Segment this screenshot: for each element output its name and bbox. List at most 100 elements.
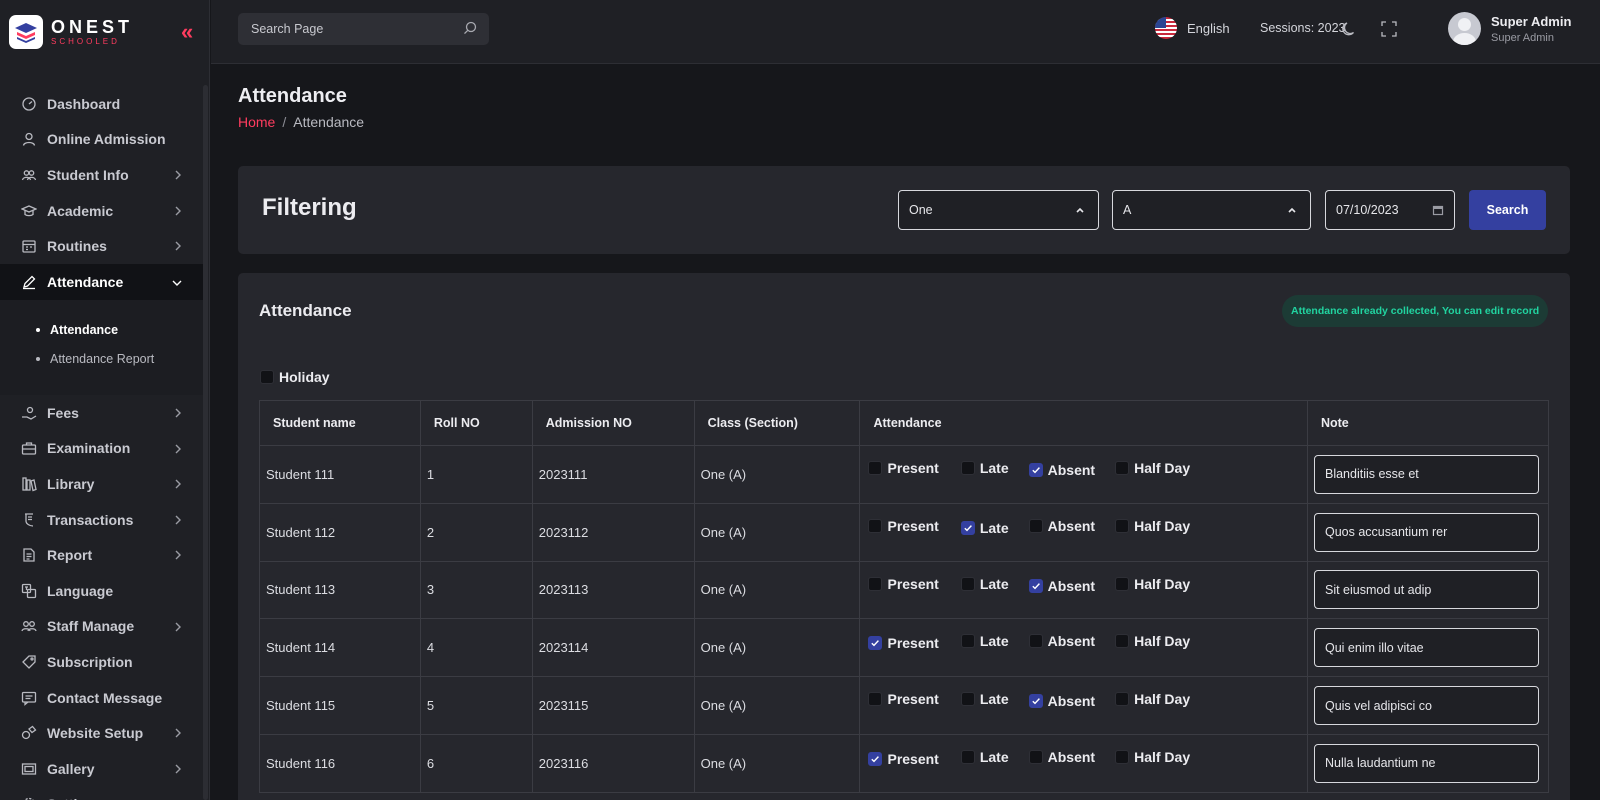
checkbox[interactable] <box>1115 576 1130 591</box>
attendance-option-absent[interactable]: Absent <box>1028 462 1095 478</box>
sidebar-item-staff-manage[interactable]: Staff Manage <box>0 609 203 645</box>
checkbox-checked[interactable] <box>1028 694 1043 709</box>
sidebar-item-subscription[interactable]: Subscription <box>0 644 203 680</box>
date-field[interactable]: 07/10/2023 <box>1325 190 1455 230</box>
sidebar-item-attendance[interactable]: Attendance <box>0 263 203 300</box>
checkbox[interactable] <box>1115 692 1130 707</box>
attendance-option-late[interactable]: Late <box>960 691 1009 707</box>
attendance-option-present[interactable]: Present <box>868 691 939 707</box>
attendance-option-late[interactable]: Late <box>960 460 1009 476</box>
sidebar-item-label: Routines <box>47 238 107 255</box>
checkbox[interactable] <box>868 576 883 591</box>
sidebar-item-language[interactable]: Language <box>0 573 203 609</box>
attendance-option-late[interactable]: Late <box>960 633 1009 649</box>
attendance-option-late[interactable]: Late <box>960 576 1009 592</box>
attendance-option-late[interactable]: Late <box>960 520 1009 536</box>
checkbox[interactable] <box>1115 634 1130 649</box>
fullscreen-icon[interactable] <box>1380 20 1398 43</box>
attendance-option-half-day[interactable]: Half Day <box>1115 633 1190 649</box>
checkbox[interactable] <box>1115 749 1130 764</box>
checkbox-checked[interactable] <box>868 636 883 651</box>
sidebar-item-label: Fees <box>47 404 79 421</box>
note-input[interactable] <box>1313 570 1539 610</box>
logo[interactable]: ONEST SCHOOLED <box>9 14 133 50</box>
note-input[interactable] <box>1313 743 1539 783</box>
checkbox[interactable] <box>1028 518 1043 533</box>
attendance-option-absent[interactable]: Absent <box>1028 518 1095 534</box>
checkbox-checked[interactable] <box>960 520 975 535</box>
checkbox[interactable] <box>868 518 883 533</box>
sidebar-item-transactions[interactable]: Transactions <box>0 502 203 538</box>
checkbox[interactable] <box>960 692 975 707</box>
note-input[interactable] <box>1313 628 1539 668</box>
sidebar-item-examination[interactable]: Examination <box>0 431 203 467</box>
cell-admission: 2023115 <box>531 676 695 735</box>
attendance-option-present[interactable]: Present <box>868 751 939 767</box>
attendance-option-half-day[interactable]: Half Day <box>1115 691 1190 707</box>
breadcrumb-home-link[interactable]: Home <box>238 114 275 130</box>
attendance-option-absent[interactable]: Absent <box>1028 749 1095 765</box>
class-select[interactable]: One <box>898 190 1099 230</box>
attendance-option-half-day[interactable]: Half Day <box>1115 749 1190 765</box>
cell-roll: 2 <box>419 502 533 562</box>
attendance-option-half-day[interactable]: Half Day <box>1115 576 1190 592</box>
dark-mode-icon[interactable] <box>1341 20 1359 43</box>
checkbox[interactable] <box>1115 461 1130 475</box>
sidebar-item-online-admission[interactable]: Online Admission <box>0 122 203 158</box>
sidebar-item-student-info[interactable]: Student Info <box>0 157 203 193</box>
sidebar-item-library[interactable]: Library <box>0 466 203 502</box>
checkbox[interactable] <box>260 370 274 384</box>
search-button[interactable]: Search <box>1469 190 1546 230</box>
checkbox-checked[interactable] <box>868 751 883 766</box>
attendance-option-late[interactable]: Late <box>960 749 1009 765</box>
attendance-option-half-day[interactable]: Half Day <box>1115 518 1190 534</box>
submenu-item[interactable]: Attendance Report <box>0 345 203 374</box>
holiday-checkbox[interactable]: Holiday <box>260 369 330 385</box>
checkbox[interactable] <box>1028 749 1043 764</box>
note-input[interactable] <box>1313 512 1539 552</box>
checkbox[interactable] <box>1028 634 1043 649</box>
attendance-option-absent[interactable]: Absent <box>1028 633 1095 649</box>
session-selector[interactable]: Sessions: 2023 <box>1260 21 1345 35</box>
checkbox[interactable] <box>1115 518 1130 533</box>
submenu-item[interactable]: Attendance <box>0 316 203 345</box>
note-input[interactable] <box>1313 454 1539 494</box>
attendance-option-present[interactable]: Present <box>868 518 939 534</box>
sidebar-item-website-setup[interactable]: Website Setup <box>0 715 203 751</box>
attendance-option-half-day[interactable]: Half Day <box>1115 460 1190 476</box>
sidebar-item-settings[interactable]: Settings <box>0 787 203 800</box>
attendance-option-absent[interactable]: Absent <box>1028 693 1095 709</box>
chevron-right-icon <box>173 239 183 255</box>
checkbox-checked[interactable] <box>1028 578 1043 593</box>
search-icon[interactable] <box>463 21 477 40</box>
sidebar-item-label: Attendance <box>47 273 124 290</box>
sidebar-item-report[interactable]: Report <box>0 537 203 573</box>
user-menu[interactable]: Super Admin Super Admin <box>1448 12 1571 45</box>
sidebar-item-gallery[interactable]: Gallery <box>0 751 203 787</box>
sidebar-item-academic[interactable]: Academic <box>0 193 203 229</box>
checkbox[interactable] <box>960 749 975 764</box>
language-selector[interactable]: English <box>1155 17 1230 39</box>
checkbox[interactable] <box>868 461 883 475</box>
checkbox-checked[interactable] <box>1028 463 1043 477</box>
attendance-option-present[interactable]: Present <box>868 576 939 592</box>
calendar-icon[interactable] <box>1432 204 1444 219</box>
sidebar-scrollbar[interactable] <box>203 85 208 800</box>
breadcrumb-current: Attendance <box>293 114 365 130</box>
checkbox[interactable] <box>960 576 975 591</box>
search-input[interactable] <box>251 22 451 36</box>
attendance-option-absent[interactable]: Absent <box>1028 578 1095 594</box>
attendance-option-present[interactable]: Present <box>868 460 939 476</box>
sidebar-item-fees[interactable]: Fees <box>0 395 203 431</box>
note-input[interactable] <box>1313 686 1539 726</box>
sidebar-item-contact-message[interactable]: Contact Message <box>0 680 203 716</box>
sidebar-item-routines[interactable]: Routines <box>0 228 203 264</box>
page-search <box>238 13 489 45</box>
section-select[interactable]: A <box>1112 190 1311 230</box>
checkbox[interactable] <box>868 692 883 707</box>
collapse-sidebar-icon[interactable]: « <box>181 21 193 43</box>
checkbox[interactable] <box>960 634 975 649</box>
sidebar-item-dashboard[interactable]: Dashboard <box>0 86 203 122</box>
attendance-option-present[interactable]: Present <box>868 635 939 651</box>
checkbox[interactable] <box>960 461 975 475</box>
